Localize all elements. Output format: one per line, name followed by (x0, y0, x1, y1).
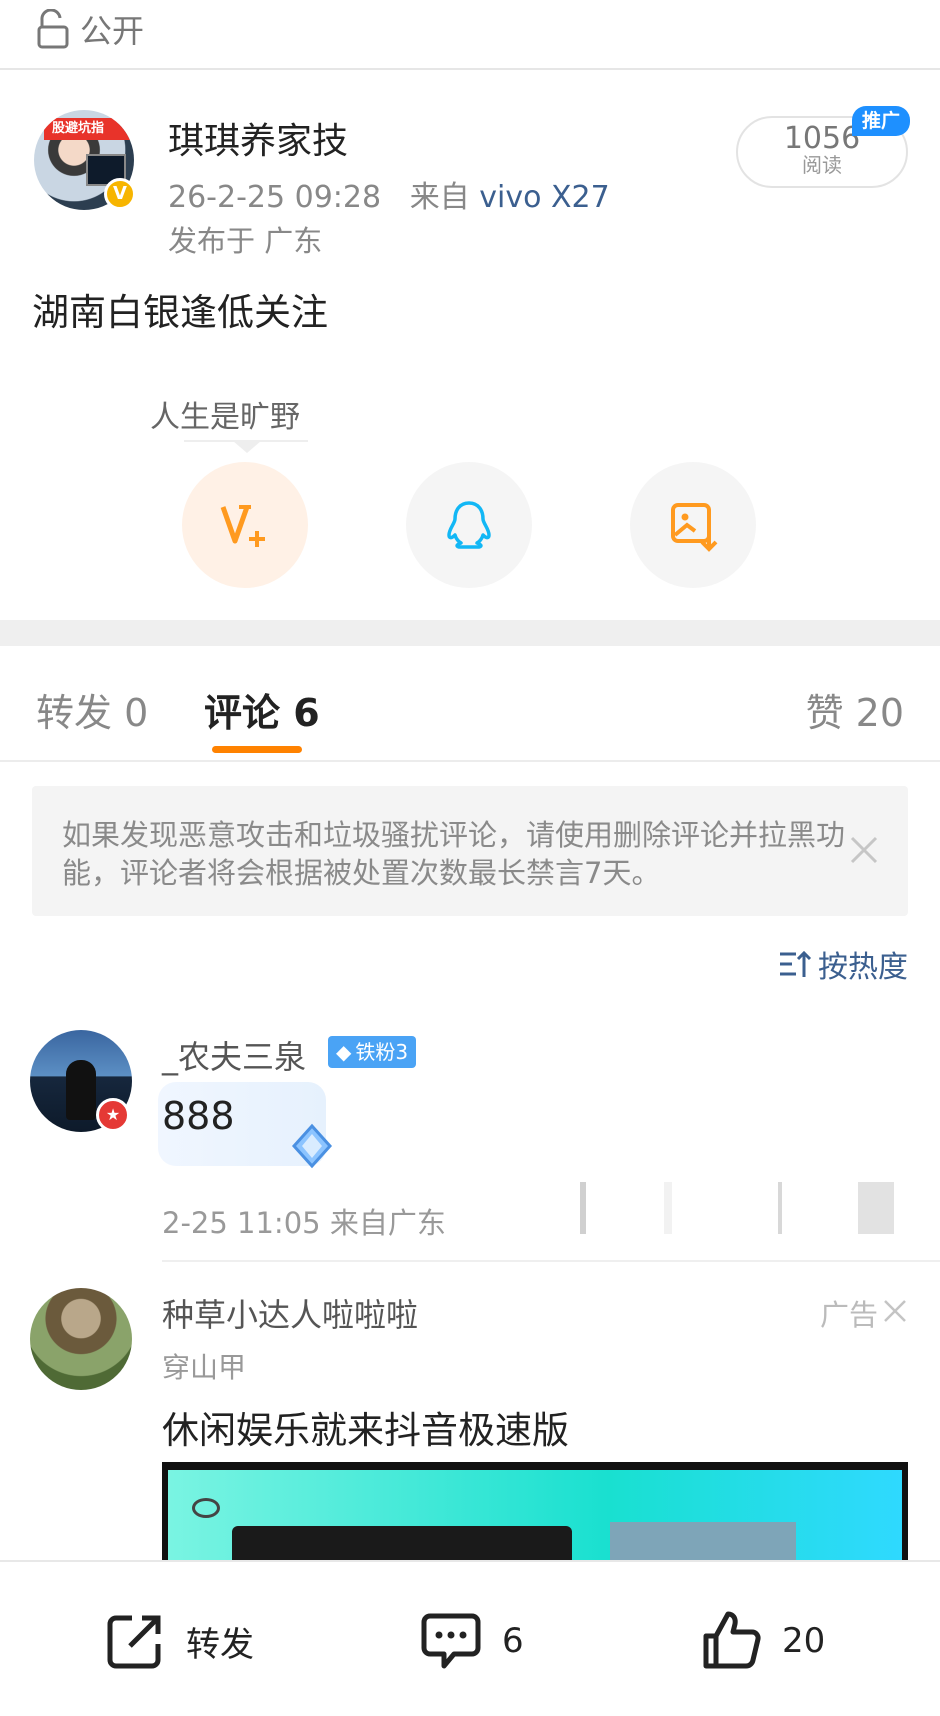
fan-level-badge: ◆ 铁粉3 (328, 1036, 417, 1068)
ad-subtitle: 穿山甲 (162, 1351, 247, 1384)
ad-media[interactable] (162, 1462, 908, 1562)
comment-meta: 2-25 11:05 来自广东 (162, 1200, 446, 1242)
bottom-action-bar: 转发 6 20 (0, 1560, 940, 1716)
like-count: 20 (782, 1621, 826, 1661)
interaction-tabs: 转发 0 评论 6 赞 20 (0, 646, 940, 762)
device-link[interactable]: vivo X27 (479, 180, 609, 215)
comment-location: 来自广东 (329, 1206, 446, 1240)
comment-divider (162, 1260, 940, 1262)
ad-media-photo (610, 1522, 796, 1562)
ad-tag: 广告 (819, 1298, 878, 1332)
tab-comments[interactable]: 评论 6 (204, 682, 320, 737)
source-prefix: 来自 (409, 180, 470, 215)
ad-logo-icon (192, 1498, 220, 1518)
post-meta: 26-2-25 09:28 来自 vivo X27 (168, 172, 610, 216)
verified-badge-icon: V (104, 178, 136, 210)
comment-text: 888 (162, 1094, 235, 1138)
sort-label: 按热度 (818, 950, 908, 985)
top-bar: 公开 (0, 0, 940, 70)
tooltip-caret (233, 441, 261, 453)
post-text: 湖南白银逢低关注 (32, 291, 328, 334)
qq-icon (447, 501, 491, 549)
save-image-icon (671, 503, 718, 552)
section-divider (0, 620, 940, 646)
notice-text: 如果发现恶意攻击和垃圾骚扰评论，请使用删除评论并拉黑功能，评论者将会根据被处置次… (62, 818, 846, 890)
share-tooltip: 人生是旷野 (150, 400, 300, 435)
repost-button[interactable]: 转发 (102, 1608, 254, 1674)
lock-icon (36, 9, 70, 49)
commenter-name[interactable]: _农夫三泉 (162, 1032, 306, 1078)
visibility-toggle[interactable]: 公开 (36, 6, 144, 52)
active-tab-indicator (212, 746, 302, 753)
blurred-action-icons (580, 1182, 894, 1234)
post-datetime: 26-2-25 09:28 (168, 180, 382, 215)
vplus-share-button[interactable] (182, 462, 308, 588)
read-label: 阅读 (802, 153, 842, 177)
ad-close-icon[interactable] (882, 1298, 908, 1324)
star-badge-icon: ★ (96, 1098, 130, 1132)
avatar-caption: 股避坑指 (44, 118, 134, 140)
ad-author-name[interactable]: 种草小达人啦啦啦 (162, 1290, 418, 1336)
tab-likes[interactable]: 赞 20 (806, 682, 904, 737)
qq-share-button[interactable] (406, 462, 532, 588)
fan-level-label: 铁粉3 (355, 1040, 409, 1064)
sort-button[interactable]: 按热度 (778, 942, 908, 986)
close-icon[interactable] (848, 834, 880, 866)
sort-icon (780, 950, 812, 977)
tab-repost[interactable]: 转发 0 (36, 682, 148, 737)
promo-badge: 推广 (852, 106, 910, 136)
comment-count: 6 (502, 1621, 524, 1661)
thumbs-up-icon (703, 1611, 761, 1669)
comment-notice: 如果发现恶意攻击和垃圾骚扰评论，请使用删除评论并拉黑功能，评论者将会根据被处置次… (32, 786, 908, 916)
diamond-decoration-icon (291, 1123, 333, 1169)
ad-media-panel (232, 1526, 572, 1562)
save-image-button[interactable] (630, 462, 756, 588)
avatar-figure (66, 1060, 96, 1120)
repost-label: 转发 (186, 1624, 254, 1665)
vplus-icon (220, 505, 265, 547)
ad-avatar[interactable] (30, 1288, 132, 1390)
comment-button[interactable]: 6 (418, 1608, 524, 1674)
ad-text[interactable]: 休闲娱乐就来抖音极速版 (162, 1400, 569, 1454)
share-icon (107, 1615, 161, 1669)
post-location: 发布于 广东 (168, 224, 323, 258)
diamond-icon: ◆ (336, 1040, 352, 1064)
author-name[interactable]: 琪琪养家技 (168, 112, 348, 164)
visibility-label: 公开 (80, 12, 145, 50)
like-button[interactable]: 20 (698, 1608, 825, 1674)
comment-icon (421, 1613, 481, 1669)
comment-time: 2-25 11:05 (162, 1206, 321, 1240)
